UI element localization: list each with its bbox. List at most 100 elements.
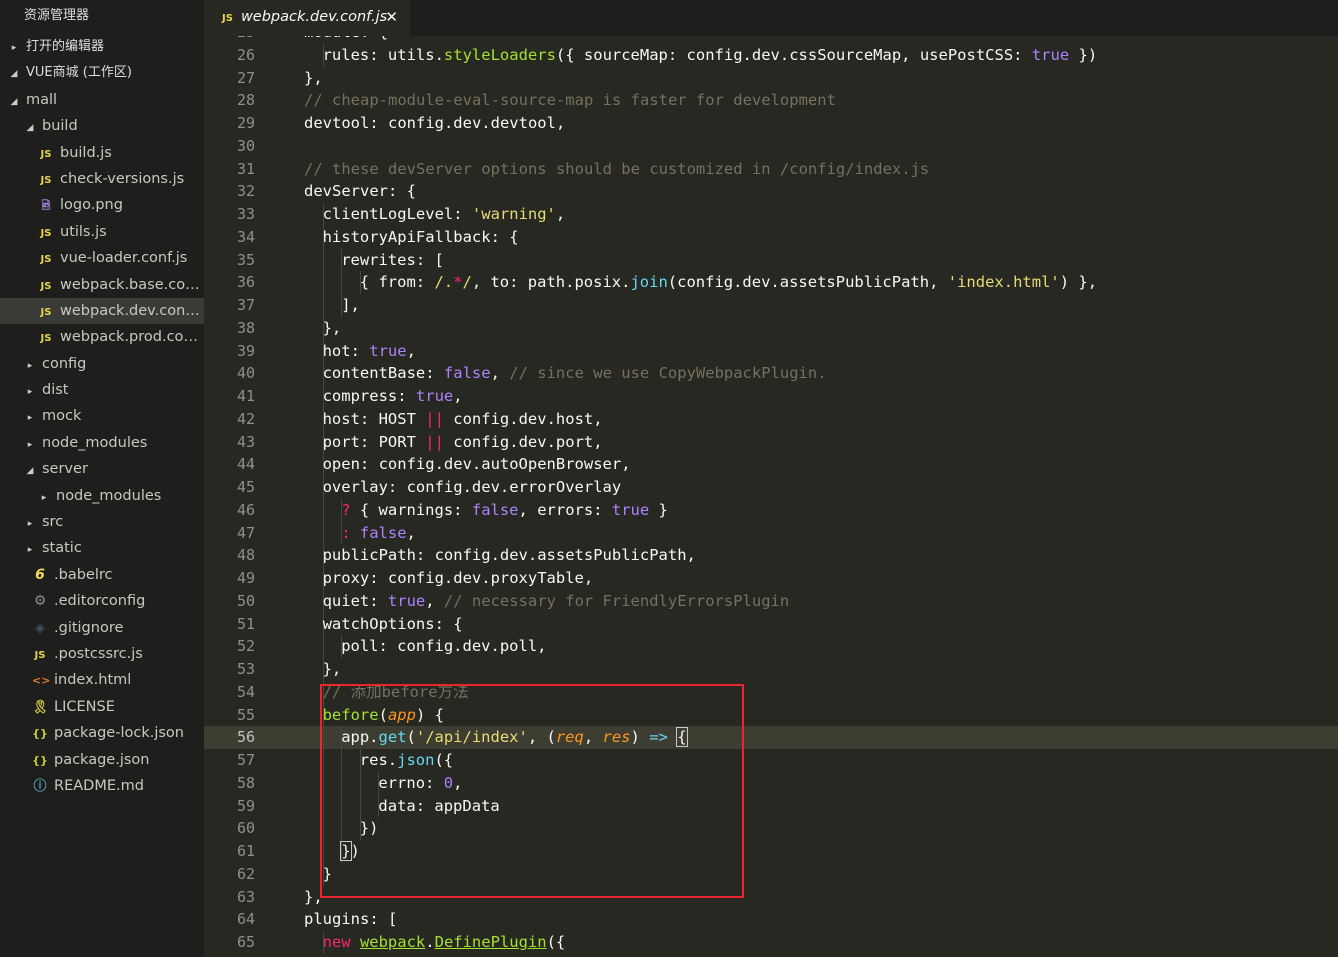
code-line[interactable]: 43 port: PORT || config.dev.port,: [204, 430, 1338, 454]
file-item[interactable]: ⓘ README.md: [0, 773, 204, 799]
code-line[interactable]: 25 module: {: [204, 36, 1338, 44]
code-editor[interactable]: 25module: {26rules: utils.styleLoaders({…: [204, 36, 1338, 957]
chevron-down-icon[interactable]: ◢: [24, 458, 36, 482]
code-line[interactable]: 50 quiet: true, // necessary for Friendly…: [204, 589, 1338, 613]
chevron-right-icon[interactable]: ▸: [24, 405, 36, 429]
code-line[interactable]: 57 res.json({: [204, 749, 1338, 772]
code-line[interactable]: 27},: [204, 67, 1338, 90]
code-line[interactable]: 52 poll: config.dev.poll,: [204, 635, 1338, 658]
code-line[interactable]: 51 watchOptions: {: [204, 612, 1338, 636]
code-text: compress: true,: [323, 385, 463, 408]
tab-webpack-dev-conf[interactable]: JS webpack.dev.conf.js ✕: [204, 0, 410, 36]
file-item[interactable]: {} package.json: [0, 747, 204, 773]
chevron-right-icon[interactable]: ▸: [24, 353, 36, 377]
chevron-down-icon[interactable]: ◢: [8, 89, 20, 113]
code-text: watchOptions: {: [323, 613, 463, 636]
file-item[interactable]: ⚙ .editorconfig: [0, 588, 204, 614]
folder-item[interactable]: ◢ build: [0, 113, 204, 139]
code-line[interactable]: 37],: [204, 294, 1338, 317]
code-line[interactable]: 31 // these devServer options should be c…: [204, 158, 1338, 181]
code-line[interactable]: 53},: [204, 658, 1338, 681]
folder-item[interactable]: ▸ node_modules: [0, 430, 204, 456]
code-line[interactable]: 49 proxy: config.dev.proxyTable,: [204, 567, 1338, 590]
code-text: proxy: config.dev.proxyTable,: [323, 567, 594, 590]
file-item[interactable]: JS utils.js: [0, 219, 204, 245]
code-line[interactable]: 29 devtool: config.dev.devtool,: [204, 112, 1338, 135]
chevron-right-icon[interactable]: ▸: [38, 485, 50, 509]
code-line[interactable]: 28 // cheap-module-eval-source-map is fas…: [204, 89, 1338, 112]
code-line[interactable]: 58 errno: 0,: [204, 771, 1338, 795]
tree-item-label: config: [42, 355, 87, 372]
code-line[interactable]: 61}): [204, 840, 1338, 863]
code-line[interactable]: 55 before(app) {: [204, 703, 1338, 727]
file-item[interactable]: ◈ .gitignore: [0, 615, 204, 641]
code-line[interactable]: 40 contentBase: false, // since we use Co…: [204, 362, 1338, 385]
folder-item[interactable]: ▸ node_modules: [0, 483, 204, 509]
code-line[interactable]: 60}): [204, 817, 1338, 840]
folder-item[interactable]: ◢ mall: [0, 87, 204, 113]
code-text: before(app) {: [323, 704, 444, 727]
code-line[interactable]: 44 open: config.dev.autoOpenBrowser,: [204, 453, 1338, 476]
chevron-right-icon[interactable]: ▸: [24, 432, 36, 456]
code-line[interactable]: 26 rules: utils.styleLoaders({ sourceMap:…: [204, 43, 1338, 67]
file-item[interactable]: JS webpack.prod.con...: [0, 324, 204, 350]
code-line[interactable]: 54 // 添加before方法: [204, 680, 1338, 704]
code-line[interactable]: 56 app.get('/api/index', (req, res) => {: [204, 726, 1338, 749]
code-token: historyApiFallback: {: [322, 227, 519, 246]
folder-item[interactable]: ▸ src: [0, 509, 204, 535]
code-line[interactable]: 64 plugins: [: [204, 908, 1338, 931]
code-line[interactable]: 45 overlay: config.dev.errorOverlay: [204, 476, 1338, 499]
line-number: 34: [236, 227, 255, 246]
code-line[interactable]: 32 devServer: {: [204, 180, 1338, 203]
indent-guide: [322, 840, 324, 863]
file-item[interactable]: 🖻 logo.png: [0, 192, 204, 218]
folder-item[interactable]: ▸ static: [0, 535, 204, 561]
code-token: ,: [453, 773, 463, 792]
file-item[interactable]: JS build.js: [0, 140, 204, 166]
code-line[interactable]: 33 clientLogLevel: 'warning',: [204, 203, 1338, 226]
file-item[interactable]: JS webpack.dev.conf...: [0, 297, 204, 325]
chevron-right-icon[interactable]: ▸: [24, 511, 36, 535]
section-header[interactable]: ▸ 打开的编辑器: [0, 34, 204, 60]
folder-item[interactable]: ▸ dist: [0, 377, 204, 403]
close-tab-icon[interactable]: ✕: [385, 0, 398, 34]
folder-item[interactable]: ▸ mock: [0, 403, 204, 429]
folder-item[interactable]: ◢ server: [0, 456, 204, 482]
file-item[interactable]: 🎗 LICENSE: [0, 694, 204, 720]
code-line[interactable]: 47: false,: [204, 521, 1338, 545]
code-line[interactable]: 34 historyApiFallback: {: [204, 225, 1338, 249]
file-item[interactable]: JS webpack.base.con...: [0, 272, 204, 298]
code-line[interactable]: 41 compress: true,: [204, 385, 1338, 408]
code-line[interactable]: 38},: [204, 316, 1338, 340]
code-line[interactable]: 63},: [204, 886, 1338, 909]
chevron-right-icon[interactable]: ▸: [8, 35, 20, 60]
chevron-right-icon[interactable]: ▸: [24, 537, 36, 561]
code-line[interactable]: 39 hot: true,: [204, 339, 1338, 363]
section-header[interactable]: ◢ VUE商城 (工作区): [0, 60, 204, 86]
code-line[interactable]: 48 publicPath: config.dev.assetsPublicPat…: [204, 544, 1338, 567]
tab-label: webpack.dev.conf.js: [240, 9, 388, 25]
chevron-down-icon[interactable]: ◢: [24, 115, 36, 139]
code-line[interactable]: 62}: [204, 862, 1338, 886]
file-item[interactable]: 6 .babelrc: [0, 562, 204, 588]
chevron-right-icon[interactable]: ▸: [24, 379, 36, 403]
code-line[interactable]: 42 host: HOST || config.dev.host,: [204, 407, 1338, 431]
code-token: false: [471, 500, 519, 519]
code-line[interactable]: 36 { from: /.*/, to: path.posix.join(conf…: [204, 271, 1338, 294]
file-item[interactable]: JS .postcssrc.js: [0, 641, 204, 667]
code-line[interactable]: 35 rewrites: [: [204, 248, 1338, 272]
chevron-down-icon[interactable]: ◢: [8, 61, 20, 86]
folder-item[interactable]: ▸ config: [0, 351, 204, 377]
code-line[interactable]: 59 data: appData: [204, 794, 1338, 818]
code-token: styleLoaders: [443, 45, 556, 64]
file-item[interactable]: JS vue-loader.conf.js: [0, 245, 204, 271]
js-file-icon: JS: [40, 174, 52, 186]
file-item[interactable]: JS check-versions.js: [0, 166, 204, 192]
tree-item-label: webpack.base.con...: [60, 276, 204, 293]
file-item[interactable]: {} package-lock.json: [0, 720, 204, 746]
file-item[interactable]: <> index.html: [0, 667, 204, 693]
line-number: 51: [236, 614, 255, 633]
code-line[interactable]: 30: [204, 135, 1338, 158]
code-line[interactable]: 46? { warnings: false, errors: true }: [204, 498, 1338, 522]
code-line[interactable]: 65 new webpack.DefinePlugin({: [204, 931, 1338, 954]
